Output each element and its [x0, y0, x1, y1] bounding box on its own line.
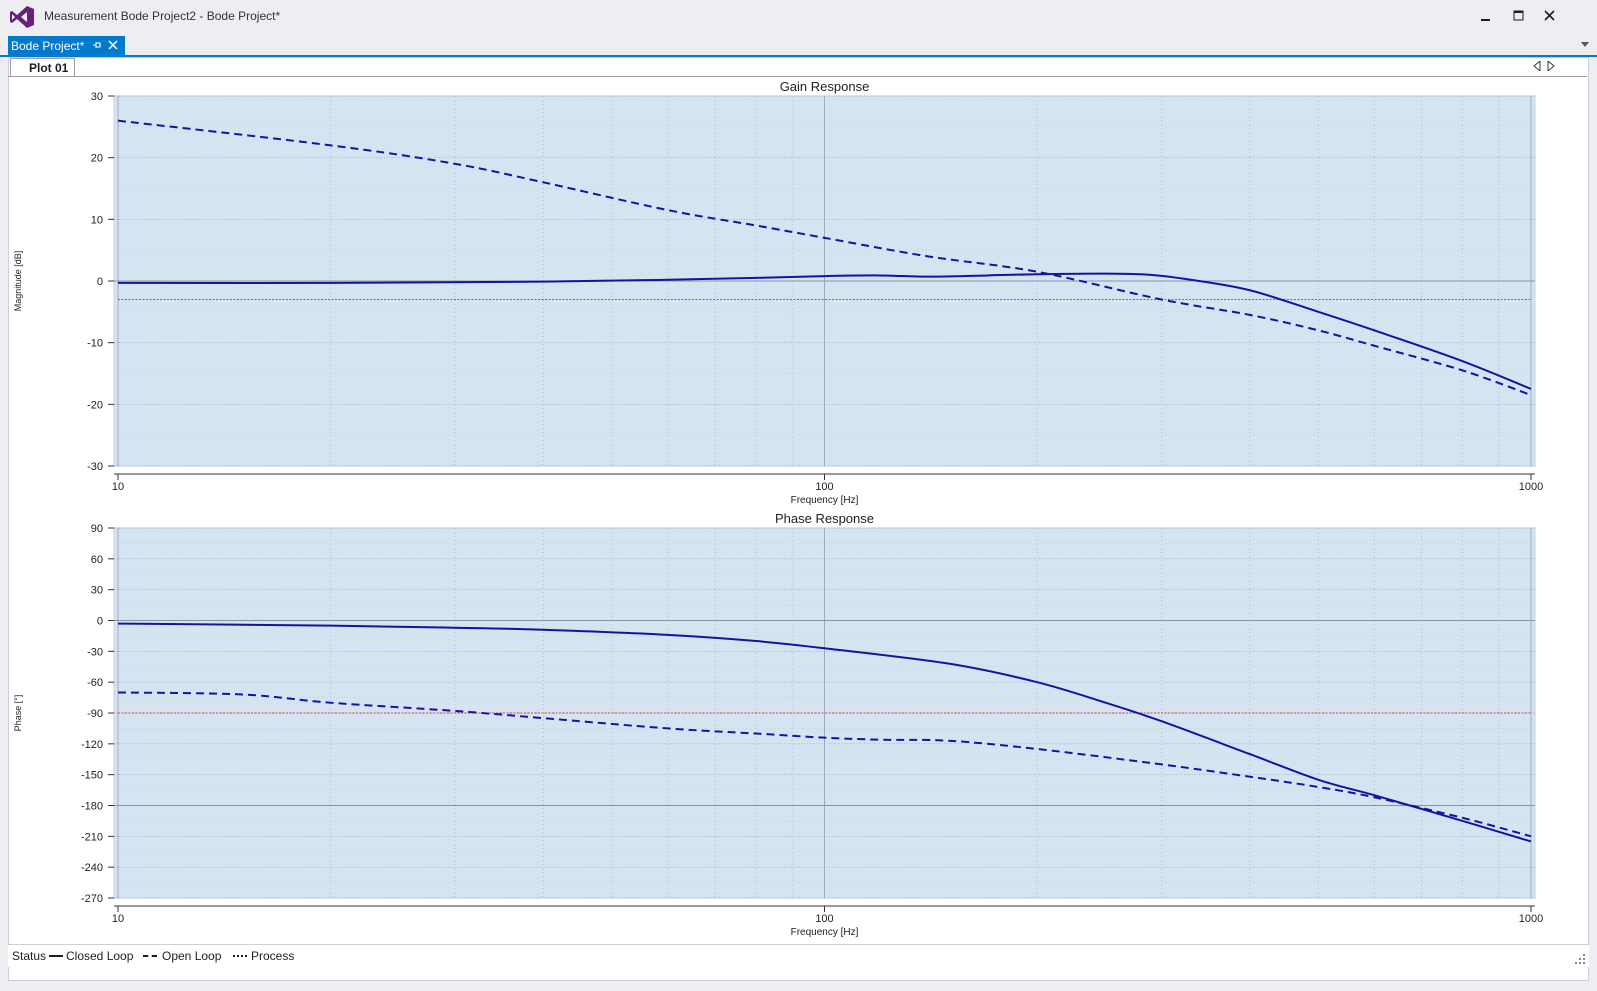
y-tick-label: 10: [91, 214, 103, 226]
legend-open-loop-line: [143, 955, 157, 957]
y-tick-label: -20: [87, 399, 103, 411]
y-tick-label: -60: [87, 677, 103, 689]
chart-title: Gain Response: [780, 79, 870, 94]
chart-2: 90 60 30 0 -30 -60 -90 -120 -150 -180 -210 -240 -270…: [13, 511, 1543, 938]
y-tick-label: -180: [81, 801, 103, 813]
x-tick-label: 10: [112, 913, 124, 925]
y-tick-label: -240: [81, 862, 103, 874]
bode-charts: 3020100-10-20-3010 100 1000Gain ResponseFr…: [13, 79, 1543, 938]
y-tick-label: -210: [81, 831, 103, 843]
y-tick-label: -10: [87, 338, 103, 350]
legend-process-label: Process: [251, 949, 295, 963]
y-tick-label: 30: [91, 585, 103, 597]
legend-closed-loop-line: [49, 955, 63, 957]
y-tick-label: -30: [87, 646, 103, 658]
status-label: Status: [12, 949, 47, 963]
y-tick-label: 60: [91, 554, 103, 566]
y-axis-label: Phase [°]: [13, 695, 23, 732]
x-tick-label: 100: [815, 481, 833, 493]
x-tick-label: 1000: [1519, 481, 1543, 493]
y-tick-label: -90: [87, 708, 103, 720]
y-tick-label: 90: [91, 523, 103, 535]
legend-process-line: [233, 955, 247, 957]
x-axis-label: Frequency [Hz]: [791, 495, 859, 506]
y-tick-label: 20: [91, 153, 103, 165]
chart-title: Phase Response: [775, 511, 874, 526]
legend-closed-loop-label: Closed Loop: [66, 949, 134, 963]
x-tick-label: 1000: [1519, 913, 1543, 925]
y-tick-label: -120: [81, 739, 103, 751]
x-axis-label: Frequency [Hz]: [791, 927, 859, 938]
x-tick-label: 10: [112, 481, 124, 493]
legend-open-loop-label: Open Loop: [162, 949, 222, 963]
resize-grip-icon[interactable]: [1575, 954, 1585, 964]
y-tick-label: -270: [81, 893, 103, 905]
y-axis-label: Magnitude [dB]: [13, 251, 23, 312]
y-tick-label: 0: [97, 276, 103, 288]
y-tick-label: -150: [81, 770, 103, 782]
y-tick-label: 30: [91, 91, 103, 103]
status-bar: Status Closed Loop Open Loop Process: [8, 944, 1589, 967]
y-tick-label: -30: [87, 461, 103, 473]
x-tick-label: 100: [815, 913, 833, 925]
y-tick-label: 0: [97, 616, 103, 628]
chart-1: 3020100-10-20-3010 100 1000Gain ResponseFr…: [13, 79, 1543, 506]
